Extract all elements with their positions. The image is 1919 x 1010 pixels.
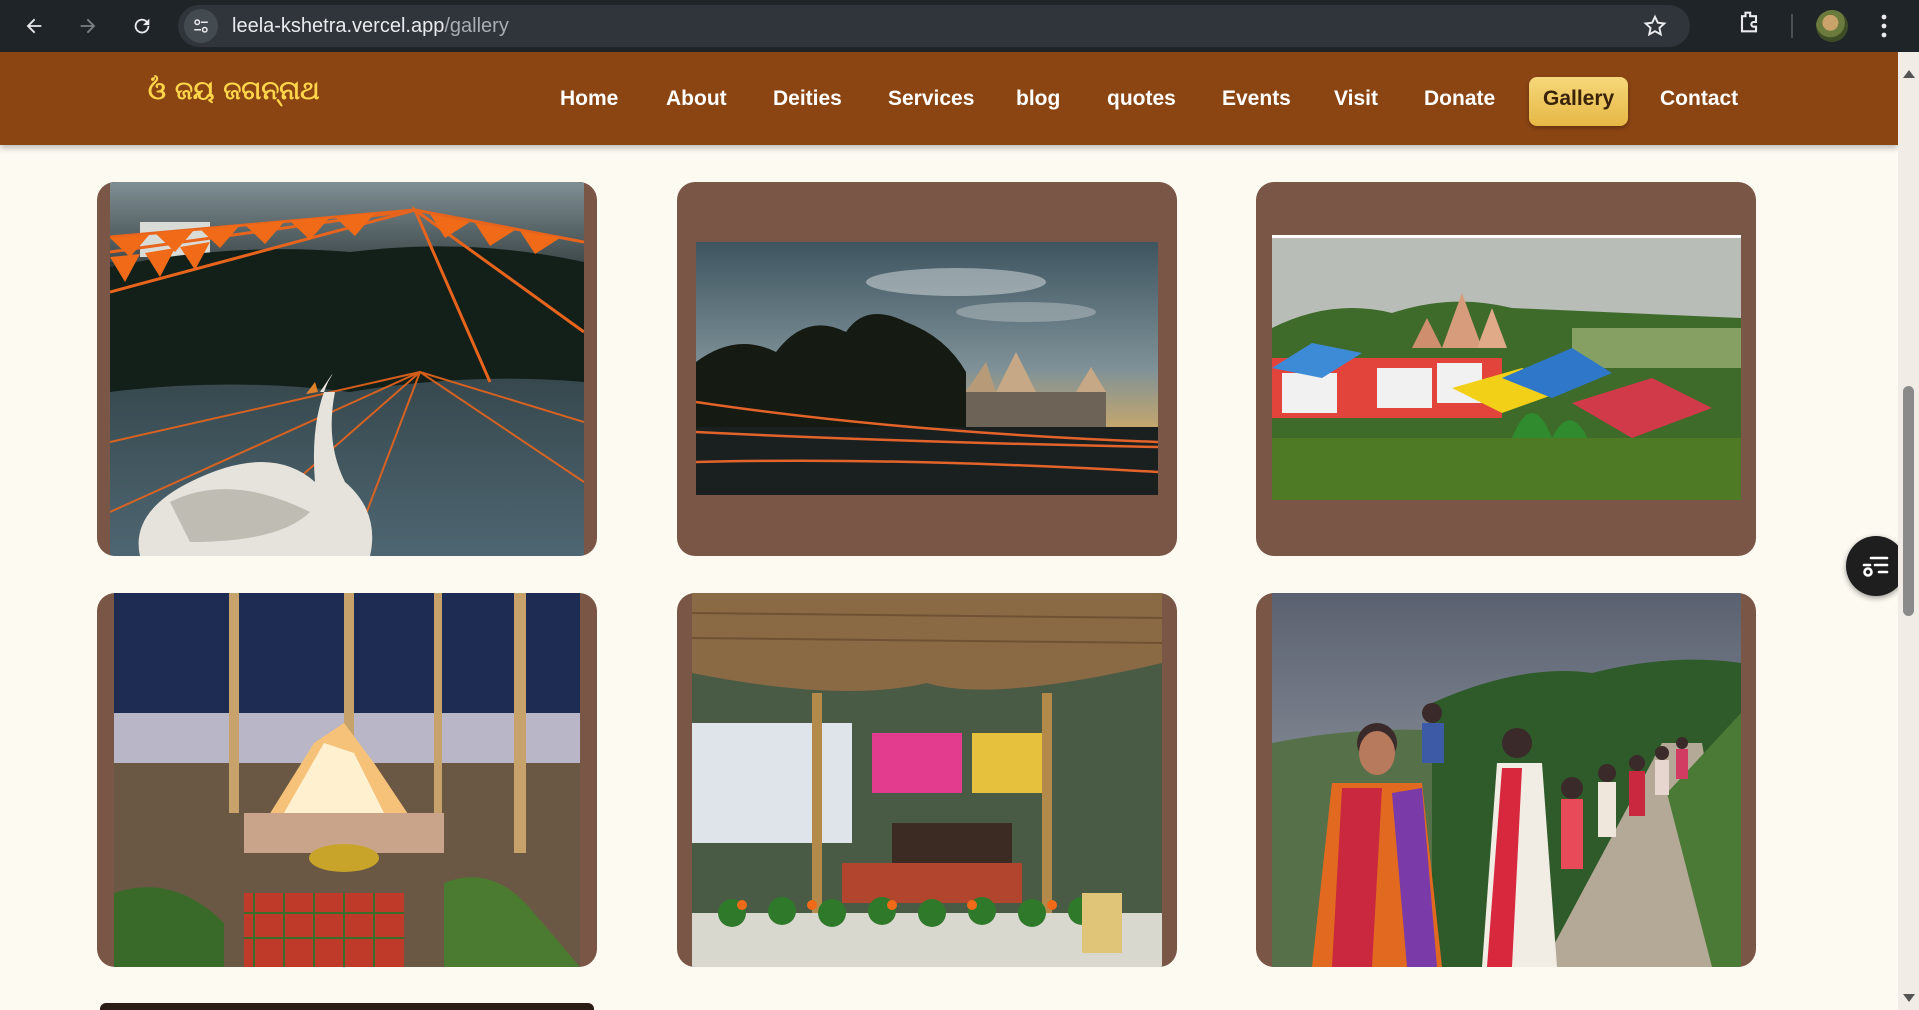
scroll-up-icon[interactable] [1903,70,1915,78]
address-bar[interactable]: leela-kshetra.vercel.app/gallery [178,5,1690,47]
gallery-card[interactable] [677,593,1177,967]
nav-about[interactable]: About [666,87,727,111]
gallery-photo[interactable] [110,182,584,556]
menu-kebab-icon[interactable] [1872,10,1896,46]
back-icon[interactable] [14,6,54,46]
url-path: /gallery [444,14,509,37]
nav-events[interactable]: Events [1222,87,1291,111]
nav-services[interactable]: Services [888,87,974,111]
nav-blog[interactable]: blog [1016,87,1060,111]
url-host: leela-kshetra.vercel.app [232,14,445,37]
extensions-icon[interactable] [1735,8,1763,40]
nav-visit[interactable]: Visit [1334,87,1378,111]
gallery-card[interactable] [1256,593,1756,967]
gallery-photo[interactable] [692,593,1162,967]
toolbar-separator [1791,14,1793,38]
scrollbar-thumb[interactable] [1903,386,1914,616]
settings-list-icon[interactable] [1846,536,1906,596]
site-header: ଓଁ ଜୟ ଜଗନ୍ନାଥ Home About Deities Service… [0,52,1898,145]
site-settings-icon[interactable] [184,9,218,43]
nav-deities[interactable]: Deities [773,87,842,111]
reload-icon[interactable] [122,6,162,46]
gallery-photo[interactable] [696,242,1158,495]
nav-home[interactable]: Home [560,87,618,111]
gallery-photo[interactable] [1272,235,1741,500]
profile-avatar[interactable] [1816,10,1848,42]
gallery-card[interactable] [1256,182,1756,556]
gallery-photo[interactable] [1272,593,1741,967]
gallery-card[interactable] [97,182,597,556]
main-nav: Home About Deities Services blog quotes … [0,52,1898,145]
gallery-card[interactable] [677,182,1177,556]
nav-quotes[interactable]: quotes [1107,87,1176,111]
gallery-photo[interactable] [114,593,580,967]
nav-donate[interactable]: Donate [1424,87,1495,111]
nav-contact[interactable]: Contact [1660,87,1738,111]
bookmark-star-icon[interactable] [1642,13,1668,43]
nav-gallery[interactable]: Gallery [1529,77,1629,126]
gallery-card[interactable] [97,593,597,967]
gallery-card-partial[interactable] [100,1003,594,1010]
page-scrollbar[interactable] [1898,52,1919,1010]
scroll-down-icon[interactable] [1903,994,1915,1002]
forward-icon[interactable] [68,6,108,46]
url-text: leela-kshetra.vercel.app/gallery [232,15,509,38]
